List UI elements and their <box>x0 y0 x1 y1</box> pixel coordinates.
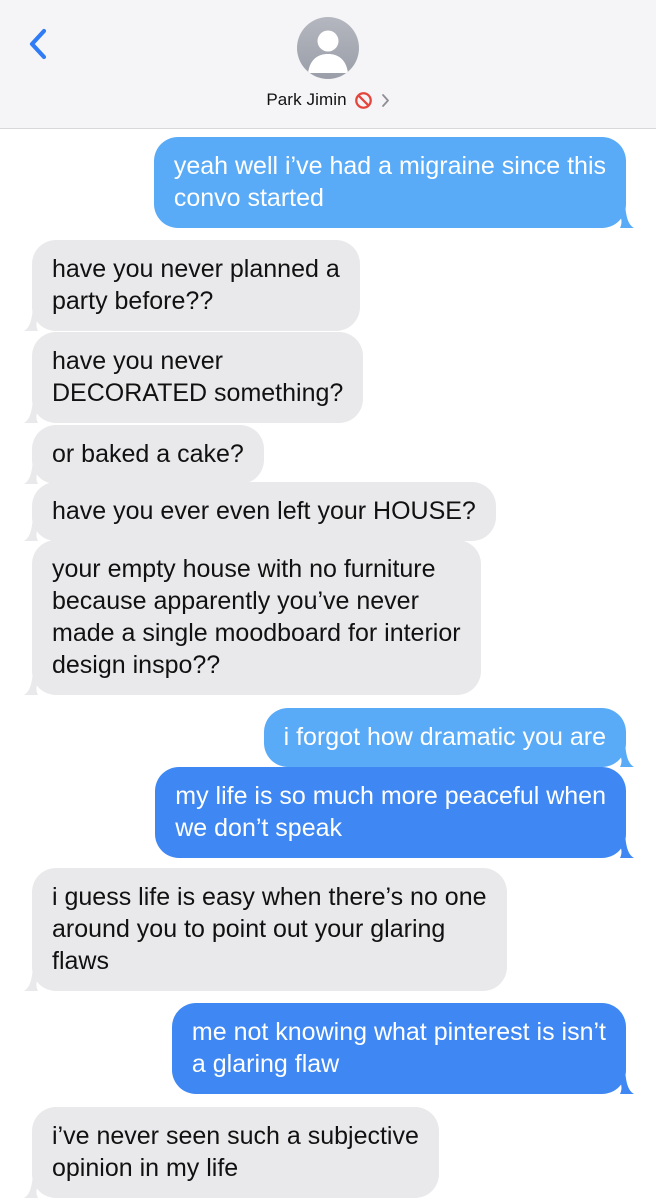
conversation-header: Park Jimin <box>0 0 656 129</box>
bubble-tail <box>610 743 634 767</box>
incoming-message-bubble[interactable]: have you never DECORATED something? <box>24 332 364 423</box>
conversation-screen: Park Jimin yeah well i’ve had a migraine… <box>0 0 656 1200</box>
bubble-tail <box>24 399 48 423</box>
message-text-line: convo started <box>173 184 324 212</box>
incoming-message-bubble[interactable]: have you ever even left your HOUSE? <box>24 482 496 541</box>
incoming-message-bubble[interactable]: i guess life is easy when there’s no one… <box>24 868 507 991</box>
outgoing-message-bubble[interactable]: i forgot how dramatic you are <box>263 708 634 767</box>
message-text-line: opinion in my life <box>52 1154 239 1182</box>
outgoing-message-bubble[interactable]: yeah well i’ve had a migraine since this… <box>153 137 634 228</box>
message-text-line: i’ve never seen such a subjective <box>52 1122 419 1150</box>
message-text-line: DECORATED something? <box>52 379 344 407</box>
message-text-line: your empty house with no furniture <box>52 555 436 583</box>
message-text-line: or baked a cake? <box>52 440 244 468</box>
person-silhouette-icon <box>308 30 348 73</box>
incoming-message-bubble[interactable]: i’ve never seen such a subjective opinion… <box>24 1107 439 1198</box>
bubble-tail <box>24 671 48 695</box>
incoming-message-bubble[interactable]: have you never planned a party before?? <box>24 240 360 331</box>
message-text-line: have you never <box>52 347 223 375</box>
bubble-tail <box>24 967 48 991</box>
incoming-message-bubble[interactable]: your empty house with no furniture becaus… <box>24 540 481 695</box>
message-text-line: design inspo?? <box>52 651 221 679</box>
message-text-line: i guess life is easy when there’s no one <box>52 883 487 911</box>
outgoing-message-bubble[interactable]: my life is so much more peaceful when we … <box>155 767 634 858</box>
message-text-line: made a single moodboard for interior <box>52 619 461 647</box>
message-text-line: have you ever even left your HOUSE? <box>52 497 476 525</box>
message-text-line: around you to point out your glaring <box>52 915 446 943</box>
bubble-tail <box>24 517 48 541</box>
chevron-left-icon <box>29 28 47 60</box>
message-text-line: party before?? <box>52 287 214 315</box>
message-text-line: me not knowing what pinterest is isn’t <box>191 1018 606 1046</box>
bubble-tail <box>24 307 48 331</box>
chevron-right-icon <box>381 93 389 107</box>
contact-avatar[interactable] <box>297 17 359 79</box>
bubble-tail <box>24 1174 48 1198</box>
bubble-tail <box>610 204 634 228</box>
message-text-line: flaws <box>52 947 109 975</box>
contact-details-button[interactable]: Park Jimin <box>0 86 656 114</box>
contact-name: Park Jimin <box>266 90 347 109</box>
back-button[interactable] <box>22 22 58 66</box>
bubble-tail <box>610 1070 634 1094</box>
outgoing-message-bubble[interactable]: me not knowing what pinterest is isn’t a … <box>171 1003 634 1094</box>
message-text-line: a glaring flaw <box>191 1050 340 1078</box>
bubble-tail <box>610 834 634 858</box>
message-text-line: i forgot how dramatic you are <box>283 723 606 751</box>
message-text-line: we don’t speak <box>175 814 343 842</box>
incoming-message-bubble[interactable]: or baked a cake? <box>24 425 264 484</box>
bubble-tail <box>24 460 48 484</box>
blocked-icon <box>354 91 372 109</box>
message-text-line: my life is so much more peaceful when <box>175 782 606 810</box>
message-text-line: have you never planned a <box>52 255 340 283</box>
message-text-line: because apparently you’ve never <box>52 587 419 615</box>
message-text-line: yeah well i’ve had a migraine since this <box>173 152 606 180</box>
